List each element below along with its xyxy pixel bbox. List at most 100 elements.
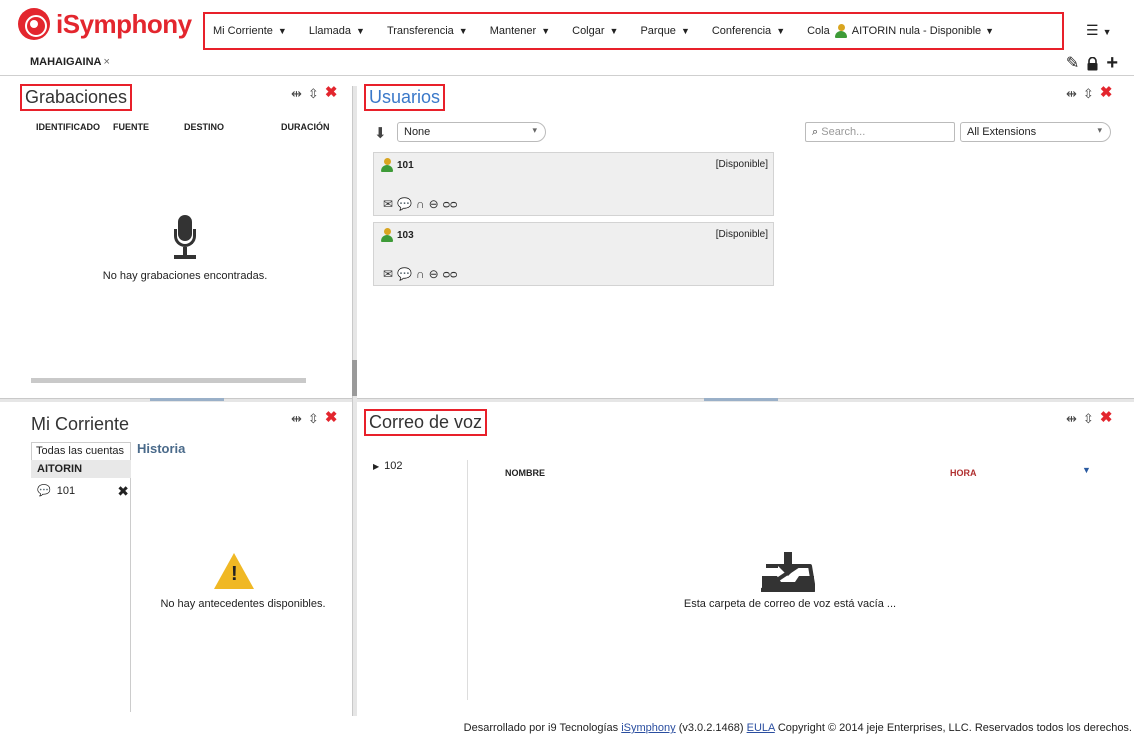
filter-value: All Extensions bbox=[967, 126, 1037, 138]
menu-label: Llamada bbox=[308, 25, 352, 37]
move-horizontal-icon[interactable]: ⇹ bbox=[1066, 86, 1077, 102]
search-icon: ⌕ bbox=[812, 126, 819, 138]
col-destino[interactable]: DESTINO bbox=[184, 122, 281, 132]
panel-tools-recordings: ⇹ ⇳ ✖ bbox=[291, 85, 338, 102]
layout-tools: ✎ + bbox=[1066, 53, 1118, 73]
voicemail-icon[interactable]: ᴑᴑ bbox=[443, 197, 458, 211]
panel-title-recordings: Grabaciones bbox=[19, 84, 133, 111]
menu-conferencia[interactable]: Conferencia ▼ bbox=[712, 25, 785, 37]
call-extension: 101 bbox=[56, 484, 76, 497]
search-input[interactable]: ⌕ Search... bbox=[805, 122, 955, 142]
chat-icon[interactable]: 💬 bbox=[397, 197, 412, 211]
pencil-icon[interactable]: ✎ bbox=[1066, 53, 1079, 73]
splitter-handle[interactable] bbox=[352, 360, 357, 396]
queue-label: Cola bbox=[807, 25, 830, 37]
col-duracion[interactable]: DURACIÓN bbox=[281, 122, 330, 132]
headset-icon[interactable]: ∩ bbox=[416, 267, 425, 281]
caret-down-icon: ▼ bbox=[356, 26, 365, 36]
chat-icon[interactable]: 💬 bbox=[397, 267, 412, 281]
menu-llamada[interactable]: Llamada ▼ bbox=[309, 25, 365, 37]
options-menu-button[interactable]: ☰ ▼ bbox=[1086, 22, 1111, 39]
move-vertical-icon[interactable]: ⇳ bbox=[308, 411, 319, 427]
move-horizontal-icon[interactable]: ⇹ bbox=[291, 411, 302, 427]
tab-all-accounts[interactable]: Todas las cuentas bbox=[31, 442, 131, 460]
main-menu: Mi Corriente ▼ Llamada ▼ Transferencia ▼ Ma… bbox=[203, 12, 1064, 50]
recordings-table-header: IDENTIFICADO FUENTE DESTINO DURACIÓN bbox=[36, 122, 336, 132]
sort-down-icon[interactable]: ⬇ bbox=[374, 124, 387, 142]
tab-mahaigaina[interactable]: MAHAIGAINA × bbox=[30, 56, 110, 68]
voicemail-empty-message: Esta carpeta de correo de voz está vacía… bbox=[683, 598, 897, 610]
col-nombre[interactable]: NOMBRE bbox=[505, 468, 545, 478]
move-vertical-icon[interactable]: ⇳ bbox=[1083, 86, 1094, 102]
extensions-filter-select[interactable]: All Extensions ▾ bbox=[960, 122, 1111, 142]
lock-icon[interactable] bbox=[1087, 56, 1098, 71]
caret-down-icon: ▼ bbox=[1102, 27, 1112, 37]
inbox-download-icon bbox=[760, 552, 816, 592]
menu-label: Transferencia bbox=[386, 25, 454, 37]
panel-title-voicemail: Correo de voz bbox=[363, 409, 488, 436]
panel-tools-current: ⇹ ⇳ ✖ bbox=[291, 410, 338, 427]
menu-queue[interactable]: Cola AITORIN nula - Disponible ▼ bbox=[807, 24, 994, 38]
move-horizontal-icon[interactable]: ⇹ bbox=[291, 86, 302, 102]
accounts-column: Todas las cuentas AITORIN 💬 101 ✖ bbox=[31, 442, 131, 712]
splitter-handle[interactable] bbox=[704, 398, 778, 401]
footer-version: (v3.0.2.1468) bbox=[678, 722, 744, 734]
user-icon bbox=[380, 158, 394, 172]
voicemail-icon[interactable]: ᴑᴑ bbox=[443, 267, 458, 281]
search-placeholder: Search... bbox=[821, 126, 866, 138]
panel-title-current: Mi Corriente bbox=[31, 414, 130, 434]
col-hora[interactable]: HORA bbox=[950, 468, 977, 478]
history-title: Historia bbox=[137, 441, 186, 456]
voicemail-folder-item[interactable]: ▶ 102 bbox=[373, 460, 403, 472]
email-icon[interactable]: ✉ bbox=[383, 267, 393, 281]
user-card[interactable]: 101 [Disponible] ✉ 💬 ∩ ⊖ ᴑᴑ bbox=[373, 152, 774, 216]
chevron-down-icon: ▾ bbox=[532, 125, 537, 135]
tab-close-icon[interactable]: × bbox=[104, 56, 110, 68]
email-icon[interactable]: ✉ bbox=[383, 197, 393, 211]
close-icon[interactable]: ✖ bbox=[325, 410, 338, 427]
splitter-handle[interactable] bbox=[150, 398, 224, 401]
agent-status: AITORIN nula - Disponible bbox=[851, 25, 982, 37]
user-extension: 101 bbox=[380, 158, 414, 172]
caret-down-icon: ▼ bbox=[277, 26, 287, 36]
hangup-close-icon[interactable]: ✖ bbox=[117, 483, 129, 500]
do-not-disturb-icon[interactable]: ⊖ bbox=[429, 197, 439, 211]
user-status: [Disponible] bbox=[715, 159, 768, 170]
chevron-down-icon: ▾ bbox=[1097, 125, 1102, 135]
tab-label: MAHAIGAINA bbox=[30, 56, 102, 68]
close-icon[interactable]: ✖ bbox=[1100, 85, 1113, 102]
list-menu-icon: ☰ bbox=[1086, 22, 1099, 38]
footer: Desarrollado por i9 Tecnologías iSymphon… bbox=[400, 722, 1132, 734]
user-status: [Disponible] bbox=[715, 229, 768, 240]
add-panel-icon[interactable]: + bbox=[1106, 53, 1118, 73]
panel-title-users: Usuarios bbox=[363, 84, 446, 111]
user-icon bbox=[380, 228, 394, 242]
menu-transferencia[interactable]: Transferencia ▼ bbox=[387, 25, 468, 37]
col-identificado[interactable]: IDENTIFICADO bbox=[36, 122, 113, 132]
tab-row: MAHAIGAINA × ✎ + bbox=[0, 50, 1134, 76]
menu-colgar[interactable]: Colgar ▼ bbox=[572, 25, 618, 37]
headset-icon[interactable]: ∩ bbox=[416, 197, 425, 211]
menu-parque[interactable]: Parque ▼ bbox=[640, 25, 689, 37]
user-card[interactable]: 103 [Disponible] ✉ 💬 ∩ ⊖ ᴑᴑ bbox=[373, 222, 774, 286]
move-vertical-icon[interactable]: ⇳ bbox=[308, 86, 319, 102]
eula-link[interactable]: EULA bbox=[747, 722, 775, 734]
product-link[interactable]: iSymphony bbox=[621, 722, 675, 734]
menu-mi-corriente[interactable]: Mi Corriente ▼ bbox=[213, 25, 287, 37]
sort-desc-icon[interactable]: ▼ bbox=[1082, 465, 1091, 475]
horizontal-scrollbar[interactable] bbox=[31, 378, 306, 383]
do-not-disturb-icon[interactable]: ⊖ bbox=[429, 267, 439, 281]
active-call-item[interactable]: 💬 101 ✖ bbox=[37, 483, 131, 500]
close-icon[interactable]: ✖ bbox=[325, 85, 338, 102]
account-name[interactable]: AITORIN bbox=[31, 460, 131, 478]
chat-icon: 💬 bbox=[37, 485, 51, 497]
close-icon[interactable]: ✖ bbox=[1100, 410, 1113, 427]
menu-label: Colgar bbox=[572, 25, 605, 37]
move-vertical-icon[interactable]: ⇳ bbox=[1083, 411, 1094, 427]
move-horizontal-icon[interactable]: ⇹ bbox=[1066, 411, 1077, 427]
col-fuente[interactable]: FUENTE bbox=[113, 122, 184, 132]
caret-down-icon: ▼ bbox=[985, 26, 995, 36]
panel-tools-voicemail: ⇹ ⇳ ✖ bbox=[1066, 410, 1113, 427]
sort-select[interactable]: None ▾ bbox=[397, 122, 546, 142]
menu-mantener[interactable]: Mantener ▼ bbox=[490, 25, 550, 37]
